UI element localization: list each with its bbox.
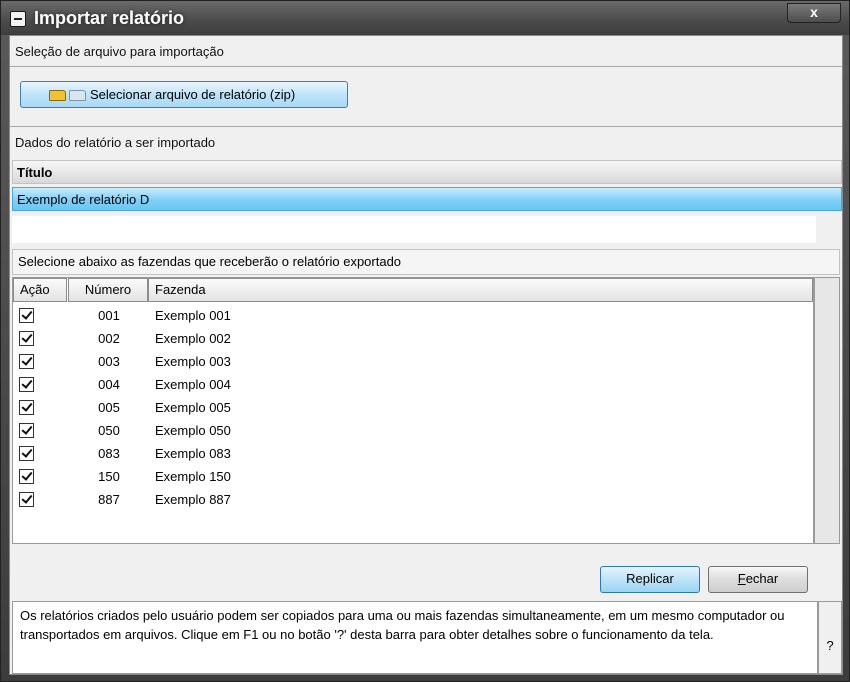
title-bar[interactable]: Importar relatório x: [1, 1, 849, 35]
farm-checkbox[interactable]: [19, 354, 34, 369]
farms-grid: Ação Número Fazenda 001 Exemplo 001 002 Exe…: [12, 277, 814, 544]
fechar-button[interactable]: Fechar: [708, 566, 808, 593]
farm-number: 150: [98, 469, 120, 484]
farm-row[interactable]: 150 Exemplo 150: [13, 466, 813, 488]
farm-name: Exemplo 001: [155, 308, 231, 323]
farm-number: 050: [98, 423, 120, 438]
replicar-button[interactable]: Replicar: [600, 566, 700, 593]
select-report-file-label: Selecionar arquivo de relatório (zip): [90, 87, 296, 102]
report-table: Título Exemplo de relatório D: [12, 160, 842, 211]
fechar-label: echar: [745, 571, 779, 586]
farm-number: 005: [98, 400, 120, 415]
farm-number: 083: [98, 446, 120, 461]
farm-row[interactable]: 004 Exemplo 004: [13, 374, 813, 396]
window-title: Importar relatório: [34, 8, 185, 28]
report-row-selected[interactable]: Exemplo de relatório D: [12, 187, 842, 211]
farm-name: Exemplo 002: [155, 331, 231, 346]
farm-name: Exemplo 005: [155, 400, 231, 415]
farm-row[interactable]: 002 Exemplo 002: [13, 328, 813, 350]
farm-checkbox[interactable]: [19, 331, 34, 346]
farm-checkbox[interactable]: [19, 377, 34, 392]
farm-checkbox[interactable]: [19, 400, 34, 415]
farm-checkbox[interactable]: [19, 492, 34, 507]
farm-row[interactable]: 003 Exemplo 003: [13, 351, 813, 373]
farm-number: 001: [98, 308, 120, 323]
farm-name: Exemplo 003: [155, 354, 231, 369]
divider: [10, 66, 842, 67]
select-report-file-button[interactable]: Selecionar arquivo de relatório (zip): [20, 81, 348, 108]
farm-name: Exemplo 004: [155, 377, 231, 392]
import-report-window: Importar relatório x Seleção de arquivo …: [0, 0, 850, 682]
farms-caption: Selecione abaixo as fazendas que receber…: [12, 249, 840, 275]
farm-name: Exemplo 150: [155, 469, 231, 484]
help-button[interactable]: ?: [818, 601, 842, 674]
farm-number: 002: [98, 331, 120, 346]
farm-number: 004: [98, 377, 120, 392]
farm-row[interactable]: 887 Exemplo 887: [13, 489, 813, 511]
farm-name: Exemplo 050: [155, 423, 231, 438]
farm-name: Exemplo 887: [155, 492, 231, 507]
window-client-area: Seleção de arquivo para importação Selec…: [9, 35, 843, 675]
farm-row[interactable]: 050 Exemplo 050: [13, 420, 813, 442]
farm-number: 887: [98, 492, 120, 507]
action-bar: Replicar Fechar: [12, 547, 840, 601]
column-header-numero[interactable]: Número: [68, 278, 148, 302]
farm-row[interactable]: 005 Exemplo 005: [13, 397, 813, 419]
vertical-scrollbar[interactable]: [814, 277, 840, 544]
divider: [10, 126, 842, 127]
farm-checkbox[interactable]: [19, 423, 34, 438]
farm-row[interactable]: 001 Exemplo 001: [13, 305, 813, 327]
farm-checkbox[interactable]: [19, 446, 34, 461]
column-header-fazenda[interactable]: Fazenda: [148, 278, 813, 302]
window-menu-icon[interactable]: [10, 11, 26, 27]
column-header-acao[interactable]: Ação: [13, 278, 67, 302]
report-table-empty-area: [12, 216, 816, 243]
folder-open-icon: [49, 90, 66, 101]
help-button-label: ?: [826, 638, 834, 653]
folder-icon: [69, 90, 86, 101]
report-section-label: Dados do relatório a ser importado: [15, 135, 216, 150]
farm-checkbox[interactable]: [19, 308, 34, 323]
help-text: Os relatórios criados pelo usuário podem…: [12, 601, 818, 674]
folder-icons: [49, 88, 89, 102]
report-title-column-header[interactable]: Título: [12, 160, 842, 184]
farm-number: 003: [98, 354, 120, 369]
farm-row[interactable]: 083 Exemplo 083: [13, 443, 813, 465]
farm-checkbox[interactable]: [19, 469, 34, 484]
file-section-label: Seleção de arquivo para importação: [15, 44, 224, 59]
close-button[interactable]: x: [787, 3, 841, 23]
fechar-mnemonic: F: [737, 571, 746, 586]
farms-grid-header: Ação Número Fazenda: [13, 278, 813, 302]
farm-name: Exemplo 083: [155, 446, 231, 461]
